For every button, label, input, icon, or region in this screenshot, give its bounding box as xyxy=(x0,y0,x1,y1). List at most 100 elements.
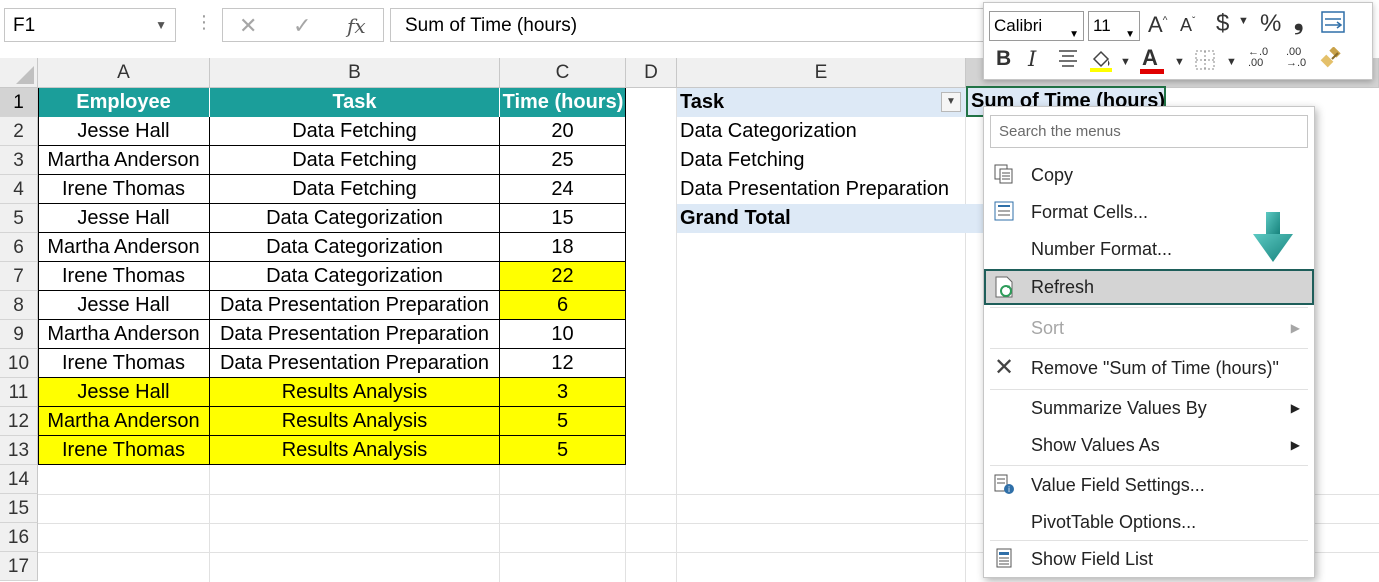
table-cell-task[interactable]: Data Fetching xyxy=(210,146,500,175)
percent-icon[interactable]: % xyxy=(1260,10,1281,38)
italic-icon[interactable]: I xyxy=(1028,47,1036,71)
menu-item-show-field-list[interactable]: Show Field List xyxy=(984,541,1314,577)
formula-input[interactable]: Sum of Time (hours) xyxy=(390,8,990,42)
table-cell-employee[interactable]: Irene Thomas xyxy=(38,262,210,291)
table-cell-time[interactable]: 5 xyxy=(500,407,626,436)
row-header[interactable]: 15 xyxy=(0,494,38,523)
select-all-corner[interactable] xyxy=(0,58,38,88)
chevron-down-icon[interactable]: ▼ xyxy=(155,18,167,32)
format-painter-icon[interactable] xyxy=(1318,47,1344,79)
row-header[interactable]: 1 xyxy=(0,88,38,117)
row-header[interactable]: 17 xyxy=(0,552,38,581)
filter-dropdown-icon[interactable]: ▼ xyxy=(941,92,961,112)
row-header[interactable]: 2 xyxy=(0,117,38,146)
name-box[interactable]: F1 ▼ xyxy=(4,8,176,42)
column-header-c[interactable]: C xyxy=(500,58,626,88)
enter-icon[interactable]: ✓ xyxy=(293,13,311,39)
table-cell-employee[interactable]: Jesse Hall xyxy=(38,204,210,233)
table-cell-employee[interactable]: Martha Anderson xyxy=(38,407,210,436)
chevron-down-icon[interactable]: ▼ xyxy=(1174,56,1185,68)
font-size-select[interactable]: 11 ▼ xyxy=(1088,11,1140,41)
increase-decimal-icon[interactable]: ←.0.00 xyxy=(1248,47,1268,69)
table-header-task[interactable]: Task xyxy=(210,88,500,117)
row-header[interactable]: 7 xyxy=(0,262,38,291)
menu-item-copy[interactable]: Copy xyxy=(984,157,1314,193)
table-cell-employee[interactable]: Irene Thomas xyxy=(38,175,210,204)
pivot-grand-total[interactable]: Grand Total xyxy=(677,204,983,233)
table-cell-time[interactable]: 3 xyxy=(500,378,626,407)
comma-style-icon[interactable]: ❟ xyxy=(1294,8,1303,36)
shrink-font-icon[interactable]: Aˇ xyxy=(1180,15,1195,36)
row-header[interactable]: 14 xyxy=(0,465,38,494)
column-header-d[interactable]: D xyxy=(626,58,677,88)
row-header[interactable]: 10 xyxy=(0,349,38,378)
chevron-down-icon[interactable]: ▼ xyxy=(1226,56,1237,68)
table-cell-time[interactable]: 10 xyxy=(500,320,626,349)
row-header[interactable]: 5 xyxy=(0,204,38,233)
row-header[interactable]: 11 xyxy=(0,378,38,407)
column-header-a[interactable]: A xyxy=(38,58,210,88)
table-cell-time[interactable]: 12 xyxy=(500,349,626,378)
insert-function-icon[interactable]: fx xyxy=(347,14,366,38)
table-cell-employee[interactable]: Martha Anderson xyxy=(38,146,210,175)
wrap-text-icon[interactable] xyxy=(1320,9,1346,41)
table-cell-task[interactable]: Data Presentation Preparation xyxy=(210,320,500,349)
pivot-item[interactable]: Data Fetching xyxy=(677,146,966,175)
row-header[interactable]: 3 xyxy=(0,146,38,175)
align-center-icon[interactable] xyxy=(1056,47,1080,77)
table-cell-task[interactable]: Results Analysis xyxy=(210,436,500,465)
grow-font-icon[interactable]: A^ xyxy=(1148,12,1167,38)
table-cell-task[interactable]: Data Fetching xyxy=(210,117,500,146)
borders-icon[interactable] xyxy=(1194,49,1216,77)
menu-item-remove-field[interactable]: ✕ Remove "Sum of Time (hours)" xyxy=(984,350,1314,386)
menu-item-pivottable-options[interactable]: PivotTable Options... xyxy=(984,504,1314,540)
table-cell-employee[interactable]: Irene Thomas xyxy=(38,436,210,465)
table-cell-task[interactable]: Results Analysis xyxy=(210,407,500,436)
fill-color-icon[interactable] xyxy=(1088,47,1114,79)
menu-item-show-values-as[interactable]: Show Values As ▶ xyxy=(984,427,1314,463)
row-header[interactable]: 4 xyxy=(0,175,38,204)
menu-item-refresh[interactable]: Refresh xyxy=(984,269,1314,305)
table-cell-employee[interactable]: Martha Anderson xyxy=(38,233,210,262)
column-header-e[interactable]: E xyxy=(677,58,966,88)
currency-icon[interactable]: $ xyxy=(1216,10,1229,38)
row-header[interactable]: 6 xyxy=(0,233,38,262)
table-cell-employee[interactable]: Irene Thomas xyxy=(38,349,210,378)
row-header[interactable]: 16 xyxy=(0,523,38,552)
menu-item-sort[interactable]: Sort ▶ xyxy=(984,310,1314,346)
column-header-b[interactable]: B xyxy=(210,58,500,88)
table-cell-task[interactable]: Data Presentation Preparation xyxy=(210,349,500,378)
font-name-select[interactable]: Calibri ▼ xyxy=(989,11,1084,41)
row-header[interactable]: 8 xyxy=(0,291,38,320)
bold-icon[interactable]: B xyxy=(996,47,1011,71)
table-cell-employee[interactable]: Martha Anderson xyxy=(38,320,210,349)
decrease-decimal-icon[interactable]: .00→.0 xyxy=(1286,47,1306,69)
table-cell-time[interactable]: 6 xyxy=(500,291,626,320)
table-cell-task[interactable]: Results Analysis xyxy=(210,378,500,407)
pivot-item[interactable]: Data Categorization xyxy=(677,117,966,146)
table-cell-time[interactable]: 25 xyxy=(500,146,626,175)
table-cell-task[interactable]: Data Categorization xyxy=(210,262,500,291)
table-cell-task[interactable]: Data Categorization xyxy=(210,204,500,233)
table-cell-task[interactable]: Data Categorization xyxy=(210,233,500,262)
more-options-icon[interactable]: ⋮ xyxy=(195,12,213,33)
table-header-time[interactable]: Time (hours) xyxy=(500,88,626,117)
row-header[interactable]: 12 xyxy=(0,407,38,436)
pivot-row-header[interactable]: Task xyxy=(677,88,966,117)
table-cell-task[interactable]: Data Fetching xyxy=(210,175,500,204)
table-header-employee[interactable]: Employee xyxy=(38,88,210,117)
menu-item-summarize-values-by[interactable]: Summarize Values By ▶ xyxy=(984,390,1314,426)
chevron-down-icon[interactable]: ▼ xyxy=(1120,56,1131,68)
table-cell-time[interactable]: 15 xyxy=(500,204,626,233)
table-cell-employee[interactable]: Jesse Hall xyxy=(38,291,210,320)
menu-item-value-field-settings[interactable]: i Value Field Settings... xyxy=(984,467,1314,503)
row-header[interactable]: 13 xyxy=(0,436,38,465)
cancel-icon[interactable]: ✕ xyxy=(239,13,257,39)
menu-search-input[interactable]: Search the menus xyxy=(990,115,1308,148)
table-cell-time[interactable]: 24 xyxy=(500,175,626,204)
row-header[interactable]: 9 xyxy=(0,320,38,349)
table-cell-time[interactable]: 5 xyxy=(500,436,626,465)
table-cell-time[interactable]: 18 xyxy=(500,233,626,262)
pivot-item[interactable]: Data Presentation Preparation xyxy=(677,175,966,204)
table-cell-employee[interactable]: Jesse Hall xyxy=(38,117,210,146)
